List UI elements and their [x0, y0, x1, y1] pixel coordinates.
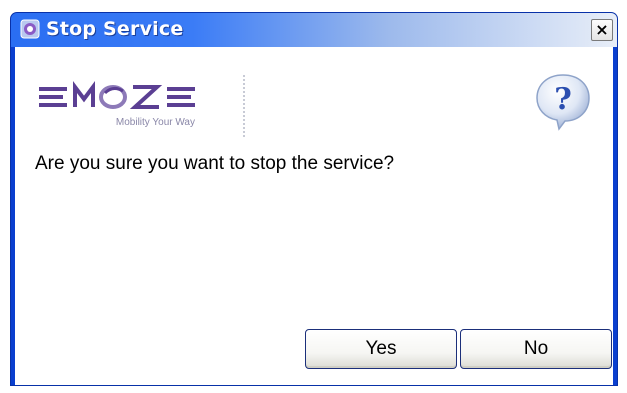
dialog-title: Stop Service	[46, 18, 184, 40]
logo-separator	[243, 75, 245, 137]
title-bar[interactable]: Stop Service ×	[11, 13, 617, 47]
no-button[interactable]: No	[460, 329, 612, 369]
screen: Stop Service × Mobility Your Way ? Are y…	[0, 0, 627, 393]
close-icon: ×	[595, 20, 609, 39]
yes-button[interactable]: Yes	[305, 329, 457, 369]
help-question-icon: ?	[536, 74, 590, 131]
confirmation-message: Are you sure you want to stop the servic…	[35, 153, 395, 174]
app-icon	[20, 19, 40, 39]
logo-tagline: Mobility Your Way	[116, 117, 195, 128]
dialog-body: Mobility Your Way ? Are you sure you wan…	[15, 47, 613, 385]
emoze-logo: Mobility Your Way	[39, 81, 195, 128]
stop-service-dialog: Stop Service × Mobility Your Way ? Are y…	[11, 13, 617, 385]
svg-text:?: ?	[554, 82, 572, 117]
close-button[interactable]: ×	[591, 19, 613, 41]
